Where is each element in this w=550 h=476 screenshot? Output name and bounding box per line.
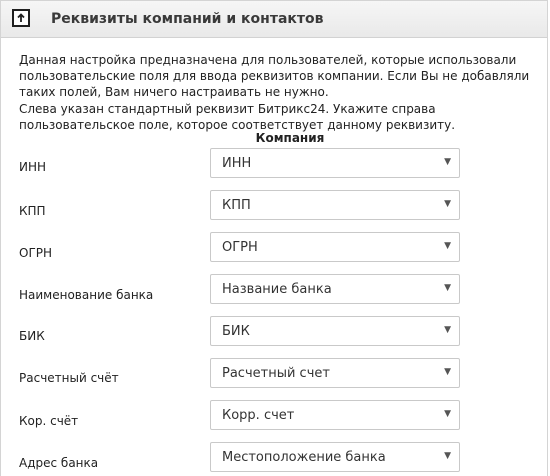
row-label-inn: ИНН: [19, 160, 47, 174]
chevron-down-icon: ▼: [444, 157, 451, 167]
select-bik-value: БИК: [222, 324, 250, 339]
chevron-down-icon: ▼: [444, 451, 451, 461]
select-kpp-value: КПП: [222, 198, 251, 213]
select-corr-account[interactable]: Корр. счет ▼: [210, 400, 460, 430]
chevron-down-icon: ▼: [444, 409, 451, 419]
select-inn-value: ИНН: [222, 156, 252, 171]
select-account[interactable]: Расчетный счет ▼: [210, 358, 460, 388]
chevron-down-icon: ▼: [444, 325, 451, 335]
panel-title: Реквизиты компаний и контактов: [51, 11, 324, 27]
requisites-panel: Реквизиты компаний и контактов Данная на…: [0, 0, 548, 476]
row-label-bank-address: Адрес банка: [19, 456, 99, 470]
chevron-down-icon: ▼: [444, 367, 451, 377]
select-bank-address-value: Местоположение банка: [222, 450, 386, 465]
chevron-down-icon: ▼: [444, 283, 451, 293]
select-corr-account-value: Корр. счет: [222, 408, 295, 423]
select-ogrn[interactable]: ОГРН ▼: [210, 232, 460, 262]
description: Данная настройка предназначена для польз…: [19, 52, 534, 134]
select-bank-name-value: Название банка: [222, 282, 332, 297]
column-header-company: Компания: [255, 131, 325, 145]
select-kpp[interactable]: КПП ▼: [210, 190, 460, 220]
row-label-bik: БИК: [19, 329, 45, 343]
description-paragraph-2: Слева указан стандартный реквизит Битрик…: [19, 102, 456, 132]
panel-header: Реквизиты компаний и контактов: [1, 1, 547, 38]
row-label-account: Расчетный счёт: [19, 371, 119, 385]
row-label-kpp: КПП: [19, 204, 46, 218]
description-paragraph-1: Данная настройка предназначена для польз…: [19, 53, 530, 99]
select-bank-address[interactable]: Местоположение банка ▼: [210, 442, 460, 472]
upload-icon: [12, 9, 30, 27]
row-label-bank-name: Наименование банка: [19, 288, 154, 302]
chevron-down-icon: ▼: [444, 199, 451, 209]
select-account-value: Расчетный счет: [222, 366, 330, 381]
row-label-ogrn: ОГРН: [19, 246, 53, 260]
select-bik[interactable]: БИК ▼: [210, 316, 460, 346]
select-inn[interactable]: ИНН ▼: [210, 148, 460, 178]
select-bank-name[interactable]: Название банка ▼: [210, 274, 460, 304]
select-ogrn-value: ОГРН: [222, 240, 258, 255]
chevron-down-icon: ▼: [444, 241, 451, 251]
row-label-corr-account: Кор. счёт: [19, 414, 79, 428]
